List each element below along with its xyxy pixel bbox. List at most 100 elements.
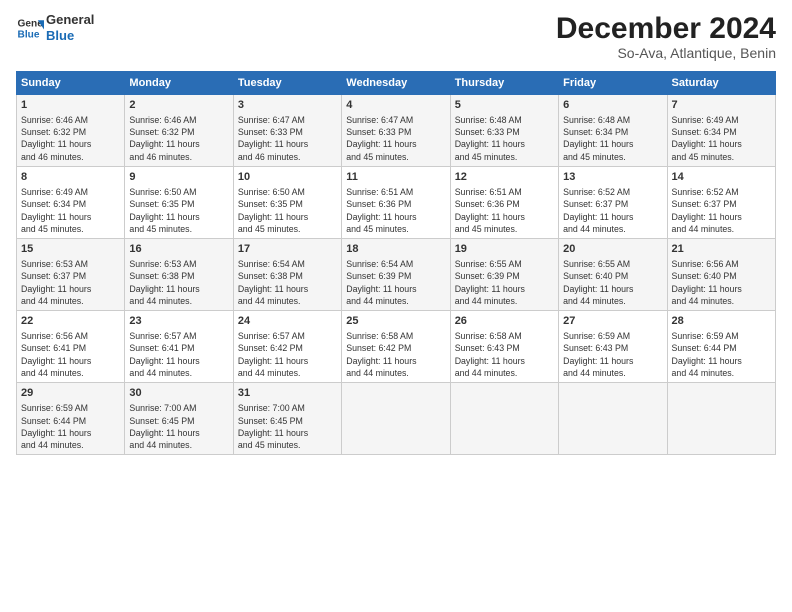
day-info: Sunrise: 6:49 AMSunset: 6:34 PMDaylight:… [672, 114, 771, 163]
day-number: 16 [129, 242, 228, 257]
day-info: Sunrise: 6:53 AMSunset: 6:38 PMDaylight:… [129, 258, 228, 307]
day-number: 18 [346, 242, 445, 257]
logo: General Blue General Blue [16, 12, 94, 43]
calendar-cell: 7Sunrise: 6:49 AMSunset: 6:34 PMDaylight… [667, 95, 775, 167]
calendar-cell: 12Sunrise: 6:51 AMSunset: 6:36 PMDayligh… [450, 167, 558, 239]
day-info: Sunrise: 6:48 AMSunset: 6:33 PMDaylight:… [455, 114, 554, 163]
day-info: Sunrise: 6:47 AMSunset: 6:33 PMDaylight:… [238, 114, 337, 163]
svg-text:General: General [18, 18, 44, 29]
calendar-cell: 28Sunrise: 6:59 AMSunset: 6:44 PMDayligh… [667, 311, 775, 383]
day-info: Sunrise: 6:56 AMSunset: 6:40 PMDaylight:… [672, 258, 771, 307]
calendar-cell: 25Sunrise: 6:58 AMSunset: 6:42 PMDayligh… [342, 311, 450, 383]
day-info: Sunrise: 6:58 AMSunset: 6:43 PMDaylight:… [455, 330, 554, 379]
logo-text: General Blue [46, 12, 94, 43]
calendar-cell: 10Sunrise: 6:50 AMSunset: 6:35 PMDayligh… [233, 167, 341, 239]
calendar-cell: 8Sunrise: 6:49 AMSunset: 6:34 PMDaylight… [17, 167, 125, 239]
week-row-4: 22Sunrise: 6:56 AMSunset: 6:41 PMDayligh… [17, 311, 776, 383]
day-number: 14 [672, 170, 771, 185]
col-monday: Monday [125, 72, 233, 95]
day-number: 26 [455, 314, 554, 329]
day-number: 15 [21, 242, 120, 257]
col-wednesday: Wednesday [342, 72, 450, 95]
day-number: 13 [563, 170, 662, 185]
calendar-cell: 11Sunrise: 6:51 AMSunset: 6:36 PMDayligh… [342, 167, 450, 239]
day-number: 9 [129, 170, 228, 185]
calendar-cell: 4Sunrise: 6:47 AMSunset: 6:33 PMDaylight… [342, 95, 450, 167]
calendar-table: Sunday Monday Tuesday Wednesday Thursday… [16, 71, 776, 455]
day-number: 4 [346, 98, 445, 113]
page-container: General Blue General Blue December 2024 … [0, 0, 792, 612]
calendar-cell: 21Sunrise: 6:56 AMSunset: 6:40 PMDayligh… [667, 239, 775, 311]
day-info: Sunrise: 6:59 AMSunset: 6:44 PMDaylight:… [672, 330, 771, 379]
col-sunday: Sunday [17, 72, 125, 95]
calendar-cell: 9Sunrise: 6:50 AMSunset: 6:35 PMDaylight… [125, 167, 233, 239]
day-number: 5 [455, 98, 554, 113]
day-number: 28 [672, 314, 771, 329]
day-number: 2 [129, 98, 228, 113]
calendar-cell: 30Sunrise: 7:00 AMSunset: 6:45 PMDayligh… [125, 383, 233, 455]
svg-text:Blue: Blue [18, 29, 40, 40]
subtitle: So-Ava, Atlantique, Benin [556, 45, 776, 61]
week-row-1: 1Sunrise: 6:46 AMSunset: 6:32 PMDaylight… [17, 95, 776, 167]
day-info: Sunrise: 6:50 AMSunset: 6:35 PMDaylight:… [238, 186, 337, 235]
day-info: Sunrise: 6:57 AMSunset: 6:42 PMDaylight:… [238, 330, 337, 379]
week-row-5: 29Sunrise: 6:59 AMSunset: 6:44 PMDayligh… [17, 383, 776, 455]
day-number: 23 [129, 314, 228, 329]
calendar-cell: 3Sunrise: 6:47 AMSunset: 6:33 PMDaylight… [233, 95, 341, 167]
day-info: Sunrise: 6:56 AMSunset: 6:41 PMDaylight:… [21, 330, 120, 379]
col-tuesday: Tuesday [233, 72, 341, 95]
calendar-cell: 5Sunrise: 6:48 AMSunset: 6:33 PMDaylight… [450, 95, 558, 167]
calendar-cell [342, 383, 450, 455]
calendar-cell: 13Sunrise: 6:52 AMSunset: 6:37 PMDayligh… [559, 167, 667, 239]
col-saturday: Saturday [667, 72, 775, 95]
day-number: 31 [238, 386, 337, 401]
day-info: Sunrise: 6:51 AMSunset: 6:36 PMDaylight:… [455, 186, 554, 235]
calendar-cell: 17Sunrise: 6:54 AMSunset: 6:38 PMDayligh… [233, 239, 341, 311]
day-info: Sunrise: 6:54 AMSunset: 6:38 PMDaylight:… [238, 258, 337, 307]
calendar-cell: 18Sunrise: 6:54 AMSunset: 6:39 PMDayligh… [342, 239, 450, 311]
day-number: 1 [21, 98, 120, 113]
day-number: 17 [238, 242, 337, 257]
day-info: Sunrise: 6:55 AMSunset: 6:40 PMDaylight:… [563, 258, 662, 307]
day-info: Sunrise: 6:46 AMSunset: 6:32 PMDaylight:… [129, 114, 228, 163]
day-info: Sunrise: 7:00 AMSunset: 6:45 PMDaylight:… [129, 402, 228, 451]
calendar-cell: 1Sunrise: 6:46 AMSunset: 6:32 PMDaylight… [17, 95, 125, 167]
col-thursday: Thursday [450, 72, 558, 95]
calendar-cell [559, 383, 667, 455]
day-info: Sunrise: 6:52 AMSunset: 6:37 PMDaylight:… [672, 186, 771, 235]
title-block: December 2024 So-Ava, Atlantique, Benin [556, 12, 776, 61]
calendar-cell: 2Sunrise: 6:46 AMSunset: 6:32 PMDaylight… [125, 95, 233, 167]
day-info: Sunrise: 6:55 AMSunset: 6:39 PMDaylight:… [455, 258, 554, 307]
calendar-cell: 23Sunrise: 6:57 AMSunset: 6:41 PMDayligh… [125, 311, 233, 383]
day-info: Sunrise: 6:46 AMSunset: 6:32 PMDaylight:… [21, 114, 120, 163]
day-info: Sunrise: 6:47 AMSunset: 6:33 PMDaylight:… [346, 114, 445, 163]
calendar-cell: 24Sunrise: 6:57 AMSunset: 6:42 PMDayligh… [233, 311, 341, 383]
day-number: 10 [238, 170, 337, 185]
day-info: Sunrise: 6:54 AMSunset: 6:39 PMDaylight:… [346, 258, 445, 307]
calendar-cell: 20Sunrise: 6:55 AMSunset: 6:40 PMDayligh… [559, 239, 667, 311]
calendar-cell: 26Sunrise: 6:58 AMSunset: 6:43 PMDayligh… [450, 311, 558, 383]
day-number: 22 [21, 314, 120, 329]
calendar-cell: 27Sunrise: 6:59 AMSunset: 6:43 PMDayligh… [559, 311, 667, 383]
day-number: 21 [672, 242, 771, 257]
calendar-cell: 6Sunrise: 6:48 AMSunset: 6:34 PMDaylight… [559, 95, 667, 167]
logo-icon: General Blue [16, 14, 44, 42]
day-info: Sunrise: 6:48 AMSunset: 6:34 PMDaylight:… [563, 114, 662, 163]
calendar-cell [450, 383, 558, 455]
day-info: Sunrise: 6:58 AMSunset: 6:42 PMDaylight:… [346, 330, 445, 379]
day-number: 20 [563, 242, 662, 257]
day-number: 12 [455, 170, 554, 185]
calendar-cell: 16Sunrise: 6:53 AMSunset: 6:38 PMDayligh… [125, 239, 233, 311]
day-number: 30 [129, 386, 228, 401]
day-info: Sunrise: 6:59 AMSunset: 6:43 PMDaylight:… [563, 330, 662, 379]
calendar-cell: 31Sunrise: 7:00 AMSunset: 6:45 PMDayligh… [233, 383, 341, 455]
header: General Blue General Blue December 2024 … [16, 12, 776, 61]
day-info: Sunrise: 6:52 AMSunset: 6:37 PMDaylight:… [563, 186, 662, 235]
day-info: Sunrise: 6:51 AMSunset: 6:36 PMDaylight:… [346, 186, 445, 235]
day-info: Sunrise: 7:00 AMSunset: 6:45 PMDaylight:… [238, 402, 337, 451]
day-number: 8 [21, 170, 120, 185]
col-friday: Friday [559, 72, 667, 95]
week-row-3: 15Sunrise: 6:53 AMSunset: 6:37 PMDayligh… [17, 239, 776, 311]
main-title: December 2024 [556, 12, 776, 45]
day-info: Sunrise: 6:50 AMSunset: 6:35 PMDaylight:… [129, 186, 228, 235]
